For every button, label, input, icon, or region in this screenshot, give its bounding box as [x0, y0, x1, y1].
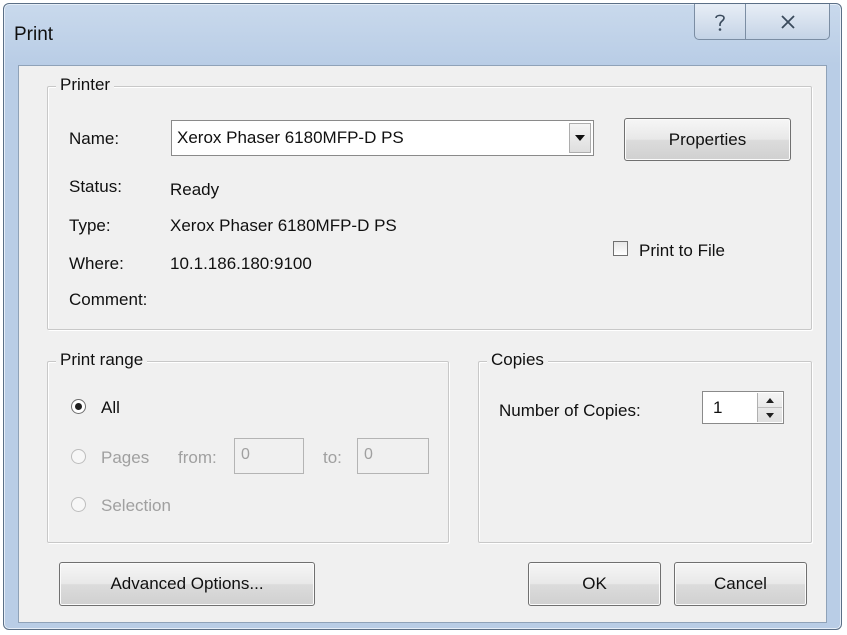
status-label: Status:: [69, 177, 122, 196]
selection-label[interactable]: Selection: [101, 496, 171, 516]
close-x-icon: [780, 14, 795, 29]
printer-name-dropdown[interactable]: Xerox Phaser 6180MFP-D PS: [171, 120, 594, 156]
to-label: to:: [323, 448, 342, 467]
properties-button[interactable]: Properties: [624, 118, 791, 161]
comment-label: Comment:: [69, 290, 148, 309]
advanced-options-button[interactable]: Advanced Options...: [59, 562, 315, 606]
copies-spinner[interactable]: 1: [702, 391, 784, 424]
copies-legend: Copies: [487, 350, 548, 370]
print-to-file-label[interactable]: Print to File: [639, 241, 725, 261]
dropdown-arrow-button[interactable]: [569, 123, 591, 153]
type-value: Xerox Phaser 6180MFP-D PS: [170, 216, 397, 235]
type-label: Type:: [69, 216, 111, 235]
copies-groupbox: Copies: [478, 350, 812, 543]
print-range-legend: Print range: [56, 350, 148, 370]
printer-legend: Printer: [56, 75, 115, 95]
all-label[interactable]: All: [101, 398, 120, 418]
close-button[interactable]: [746, 4, 830, 40]
where-value: 10.1.186.180:9100: [170, 254, 312, 273]
copies-value[interactable]: 1: [713, 398, 722, 418]
pages-radio[interactable]: [71, 449, 86, 464]
spinner-buttons: [757, 393, 782, 422]
pages-label[interactable]: Pages: [101, 448, 149, 468]
print-to-file-checkbox[interactable]: [613, 241, 628, 256]
to-field[interactable]: 0: [357, 438, 429, 474]
cancel-button[interactable]: Cancel: [674, 562, 807, 606]
spin-up-button[interactable]: [758, 393, 782, 408]
triangle-down-icon: [575, 135, 585, 141]
from-label: from:: [178, 448, 217, 467]
ok-button[interactable]: OK: [528, 562, 661, 606]
all-radio[interactable]: [71, 399, 86, 414]
dialog-client-area: Printer Name: Xerox Phaser 6180MFP-D PS …: [18, 65, 827, 623]
printer-name-value: Xerox Phaser 6180MFP-D PS: [177, 128, 404, 147]
help-button[interactable]: [694, 4, 746, 40]
print-dialog-window: Print Printer Name: Xerox Phaser 6180MFP…: [3, 3, 842, 630]
window-title: Print: [14, 24, 54, 45]
selection-radio[interactable]: [71, 497, 86, 512]
name-label: Name:: [69, 129, 120, 148]
from-field[interactable]: 0: [234, 438, 304, 474]
status-value: Ready: [170, 180, 220, 199]
triangle-up-icon: [766, 397, 774, 403]
where-label: Where:: [69, 254, 124, 273]
number-of-copies-label: Number of Copies:: [499, 401, 641, 420]
question-mark-icon: [715, 14, 725, 31]
triangle-down-icon: [766, 412, 774, 418]
spin-down-button[interactable]: [758, 408, 782, 422]
